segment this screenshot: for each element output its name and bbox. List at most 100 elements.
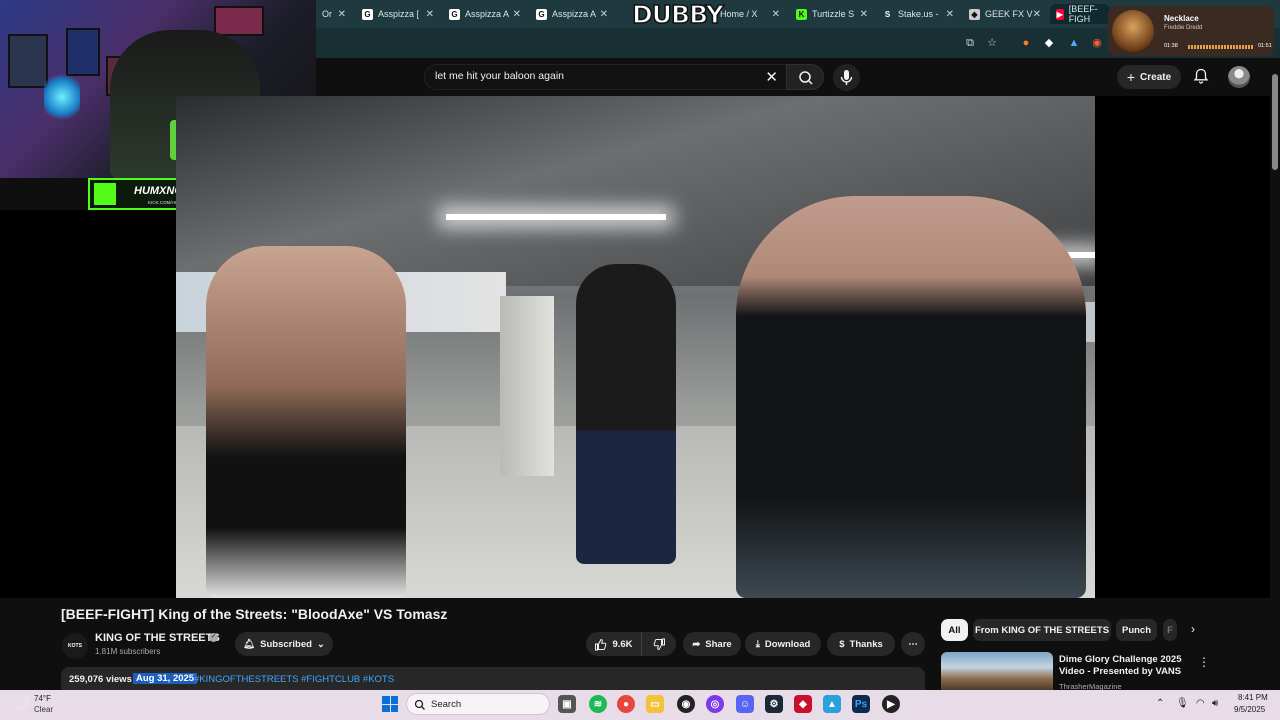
install-app-icon[interactable]: ⧉ [963,36,977,50]
media-player-icon[interactable]: ▶ [882,695,900,713]
dislike-button[interactable] [642,632,676,656]
photoshop-icon[interactable]: Ps [852,695,870,713]
file-explorer-icon[interactable]: ▭ [646,695,664,713]
close-icon[interactable]: ✕ [1033,9,1041,20]
close-icon[interactable]: ✕ [338,9,346,20]
video-scene-fighter [736,196,1086,598]
clear-icon[interactable]: ✕ [765,68,778,86]
chevron-down-icon: ⌄ [316,638,325,650]
chevron-right-icon[interactable]: › [1185,622,1201,638]
browser-tab[interactable]: Or ✕ [316,4,350,24]
tab-label: Asspizza [ [378,9,420,19]
task-view-icon[interactable]: ▣ [558,695,576,713]
download-icon: ⤓ [755,638,760,650]
tab-label: [BEEF-FIGH [1068,4,1098,24]
scrollbar-thumb[interactable] [1272,74,1278,170]
close-icon[interactable]: ✕ [772,9,780,20]
more-actions-button[interactable]: ⋯ [901,632,925,656]
wall-poster [8,34,48,88]
weather-condition[interactable]: Clear [34,705,53,714]
close-icon[interactable]: ✕ [600,9,608,20]
clock-time[interactable]: 8:41 PM [1238,693,1268,702]
kick-logo-icon [94,183,116,205]
browser-tab[interactable]: G Asspizza A ✕ [443,4,525,24]
create-label: Create [1140,71,1172,83]
hashtags[interactable]: #KINGOFTHESTREETS #FIGHTCLUB #KOTS [194,674,394,685]
browser-tab-active[interactable]: ▶ [BEEF-FIGH [1050,4,1110,24]
clock-date[interactable]: 9/5/2025 [1234,705,1265,714]
voice-search-button[interactable] [833,64,860,91]
now-playing-widget[interactable]: Necklace Freddie Dredd 01:38 01:51 [1108,6,1274,56]
video-player[interactable] [176,96,1095,598]
taskbar-search-label: Search [431,699,462,710]
photos-icon[interactable]: ▲ [823,695,841,713]
weather-temperature[interactable]: 74°F [34,694,51,703]
windows-logo-tile [390,696,398,704]
taskbar-search[interactable]: Search [406,693,550,715]
search-input[interactable] [435,70,755,82]
video-letterbox [1095,96,1270,598]
recommendation-title[interactable]: Dime Glory Challenge 2025 Video - Presen… [1059,654,1189,678]
tab-label: Asspizza A [465,9,510,19]
search-button[interactable] [786,64,824,90]
discord-icon[interactable]: ☺ [736,695,754,713]
track-title: Necklace [1164,14,1199,23]
close-icon[interactable]: ✕ [513,9,521,20]
channel-name[interactable]: KING OF THE STREETS [95,632,220,644]
extension-icon[interactable]: ● [1019,36,1033,50]
obs-icon[interactable]: ◎ [706,695,724,713]
chip-all[interactable]: All [941,619,968,641]
share-label: Share [705,638,732,650]
microphone-icon[interactable]: 🎙︎ [1176,698,1189,709]
more-vertical-icon[interactable]: ⋮ [1198,655,1210,669]
extension-icon[interactable]: ▲ [1067,36,1081,50]
chip-punch[interactable]: Punch [1116,619,1157,641]
browser-tab[interactable]: G Asspizza [ ✕ [356,4,438,24]
album-art [1112,10,1154,52]
steam-icon[interactable]: ⚙ [765,695,783,713]
chip-from-channel[interactable]: From KING OF THE STREETS [973,619,1111,641]
account-avatar[interactable] [1228,66,1250,88]
spotify-icon[interactable]: ≋ [589,695,607,713]
recommendation-thumbnail[interactable] [941,652,1053,690]
riot-icon[interactable]: ◆ [794,695,812,713]
extension-icon[interactable]: ◉ [1090,36,1104,50]
browser-tab[interactable]: S Stake.us - ✕ [876,4,958,24]
github-icon[interactable]: ◉ [677,695,695,713]
windows-taskbar [0,690,1280,720]
browser-tab[interactable]: K Turtizzle S ✕ [790,4,872,24]
chrome-icon[interactable]: ● [617,695,635,713]
notifications-button[interactable] [1192,67,1210,85]
start-button[interactable] [382,696,398,712]
browser-tab[interactable]: G Asspizza A ✕ [530,4,612,24]
youtube-icon: ▶ [1056,8,1064,20]
tab-label: Or [322,9,332,19]
view-count: 259,076 views [69,674,132,685]
search-box[interactable]: ✕ [424,64,786,90]
close-icon[interactable]: ✕ [946,9,954,20]
browser-tab[interactable]: Home / X ✕ [714,4,784,24]
browser-tab[interactable]: ◆ GEEK FX V ✕ [963,4,1045,24]
share-button[interactable]: ➦ Share [683,632,741,656]
create-button[interactable]: + Create [1117,65,1181,89]
chevron-up-icon[interactable]: ⌃ [1156,698,1164,709]
chip-partial[interactable]: F [1163,619,1177,641]
video-scene-fighter [206,246,406,598]
thanks-icon: $ [839,638,845,650]
channel-avatar[interactable]: KOTS [62,633,88,659]
like-button[interactable]: 9.6K [586,632,642,656]
subscribed-button[interactable]: 🔔︎ Subscribed ⌄ [235,632,333,656]
moon-icon[interactable]: 🌙︎ [14,696,31,712]
video-scene-pillar [500,296,554,476]
volume-icon[interactable]: 🔊︎ [1212,698,1218,709]
thanks-button[interactable]: $ Thanks [827,632,895,656]
close-icon[interactable]: ✕ [426,9,434,20]
bookmark-star-icon[interactable]: ☆ [985,36,999,50]
tab-label: Stake.us - [898,9,939,19]
tab-label: GEEK FX V [985,9,1033,19]
like-dislike-group: 9.6K [586,632,676,656]
extension-icon[interactable]: ◆ [1042,36,1056,50]
download-button[interactable]: ⤓ Download [745,632,821,656]
wifi-icon[interactable]: ◠ [1196,698,1205,709]
close-icon[interactable]: ✕ [860,9,868,20]
